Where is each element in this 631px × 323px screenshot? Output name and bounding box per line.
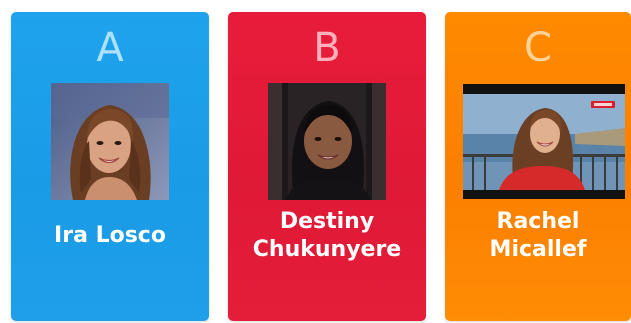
- contestant-photo: [268, 83, 386, 200]
- option-letter: A: [96, 25, 124, 71]
- contestant-name-line-1: Destiny: [279, 209, 375, 234]
- contestant-name-line-2: Micallef: [489, 237, 587, 262]
- contestant-name: Destiny Chukunyere: [232, 208, 422, 264]
- portrait-image: [268, 83, 386, 200]
- option-card-c[interactable]: C Rachel Micallef: [445, 12, 631, 321]
- option-letter: B: [313, 25, 341, 71]
- option-letter: C: [524, 25, 552, 71]
- tv-still-image: [463, 84, 625, 199]
- contestant-name: Ira Losco: [15, 222, 205, 250]
- contestant-photo: [51, 83, 169, 200]
- contestant-name: Rachel Micallef: [449, 208, 627, 264]
- option-card-a[interactable]: A Ira Losco: [11, 12, 209, 321]
- contestant-name-line-1: Rachel: [496, 209, 580, 234]
- contestant-name-line-2: Chukunyere: [252, 237, 402, 262]
- option-card-b[interactable]: B Destiny Chukunyere: [228, 12, 426, 321]
- answer-options: A Ira Losco B Destiny Chukunyere C Rache…: [0, 0, 631, 323]
- contestant-name-line-1: Ira Losco: [54, 223, 166, 248]
- portrait-image: [51, 83, 169, 200]
- contestant-photo: [463, 84, 625, 199]
